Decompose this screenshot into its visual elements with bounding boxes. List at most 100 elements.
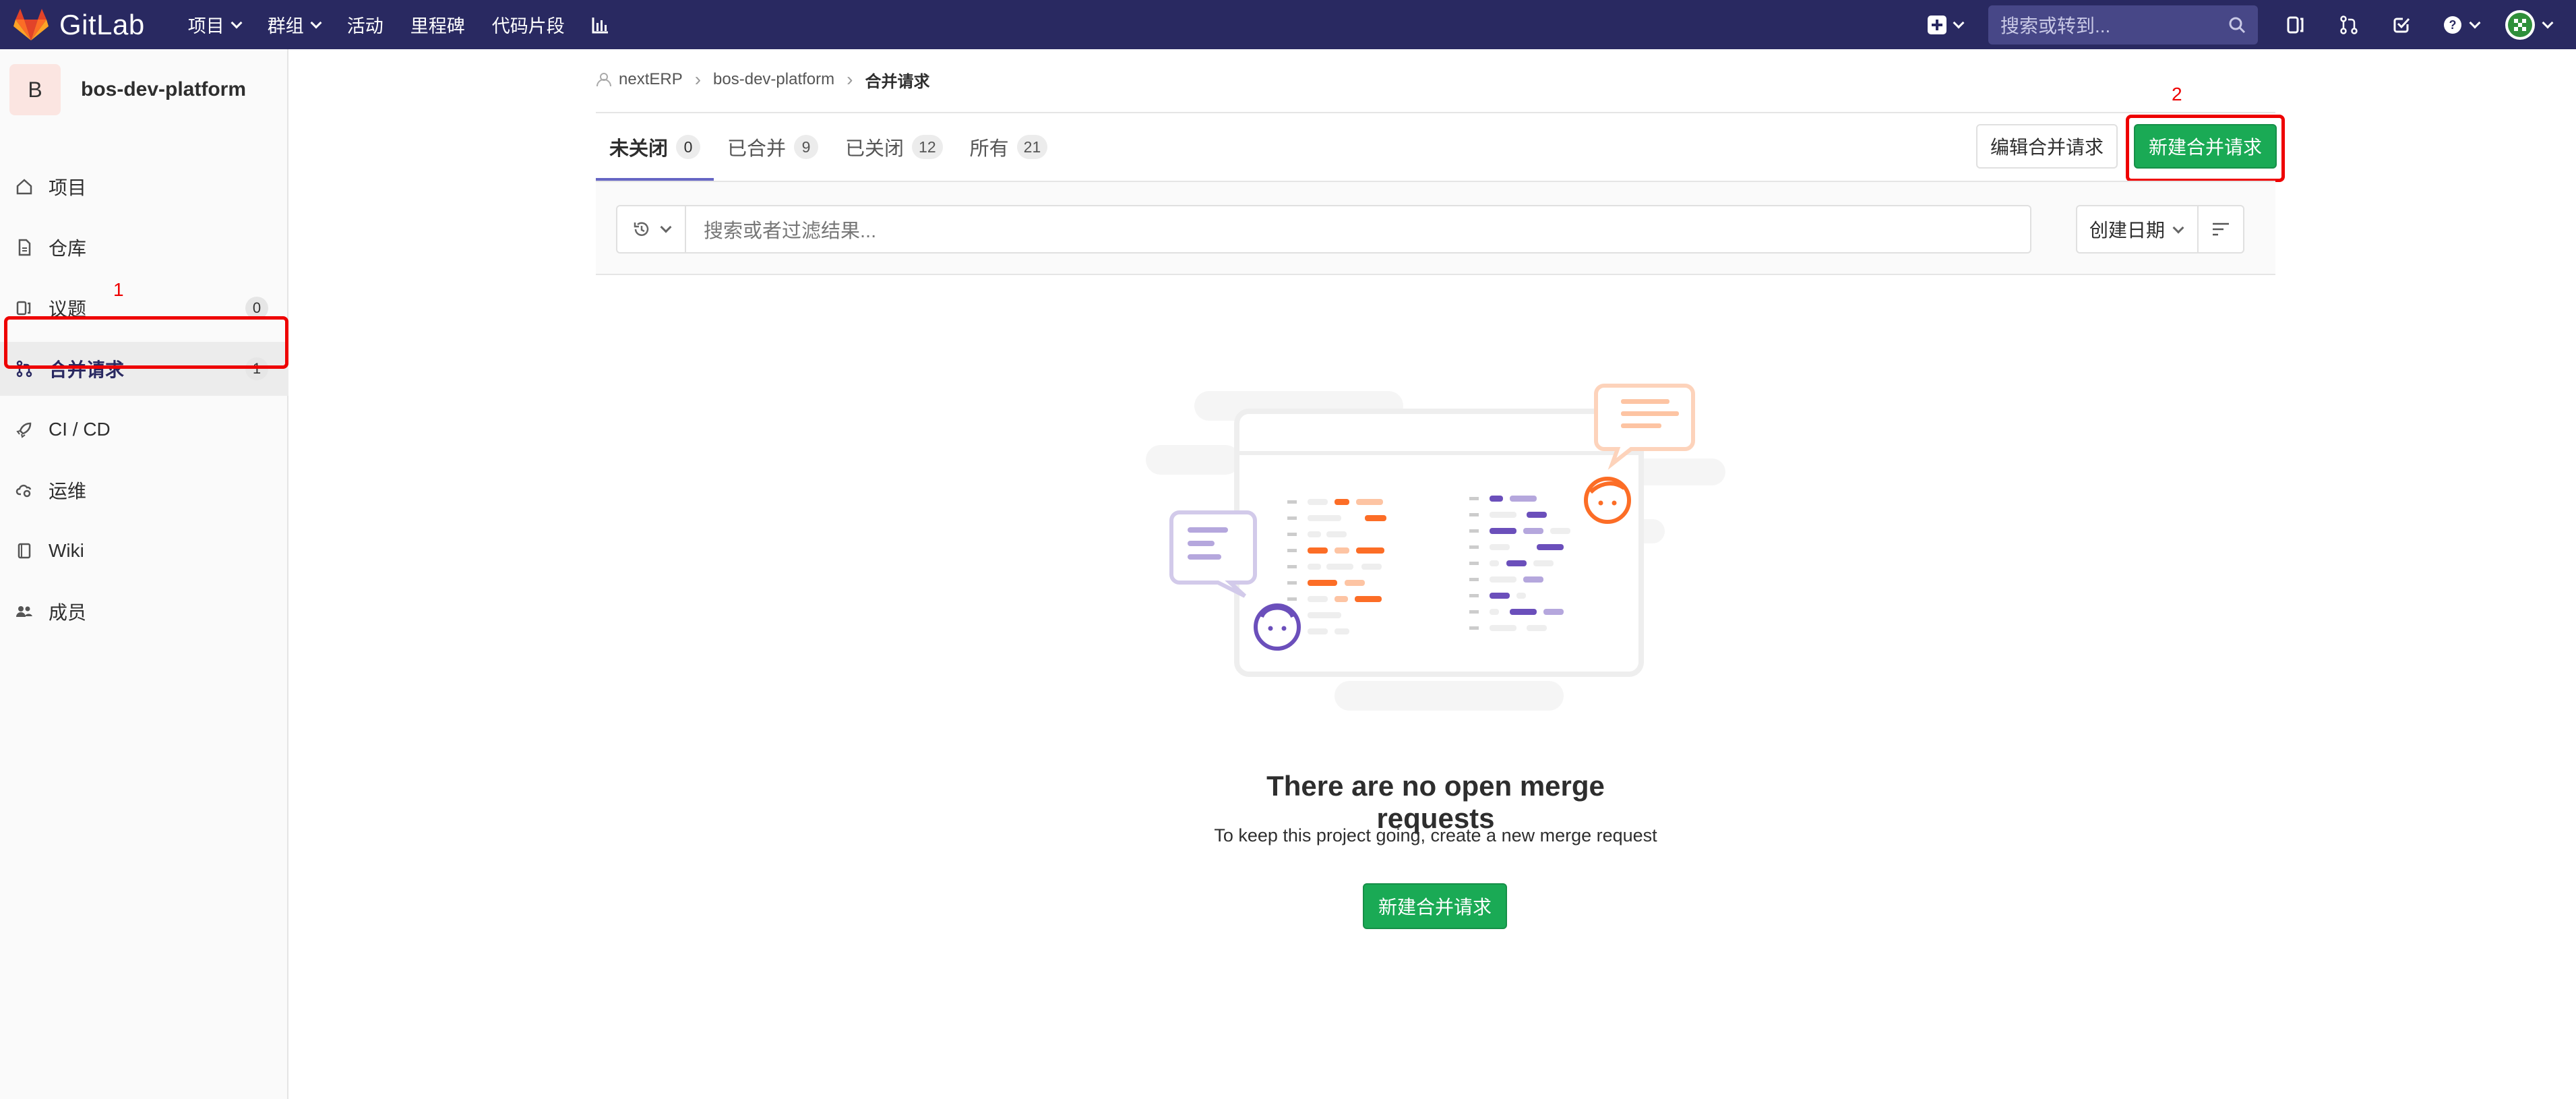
chevron-down-icon — [660, 221, 672, 233]
todos-nav-button[interactable] — [2390, 13, 2413, 36]
top-menu: 项目 群组 活动 里程碑 代码片段 — [188, 11, 636, 38]
sort-direction-button[interactable] — [2197, 205, 2244, 254]
navbar-right: 搜索或转到... ? — [1928, 0, 2576, 49]
sidebar-item-project[interactable]: 项目 — [0, 160, 288, 214]
top-navbar: GitLab 项目 群组 活动 里程碑 代码片段 搜索或转到... ? — [0, 0, 2576, 49]
help-dropdown[interactable]: ? — [2443, 15, 2481, 35]
breadcrumb-project[interactable]: bos-dev-platform — [713, 70, 834, 89]
menu-snippets-label: 代码片段 — [491, 16, 565, 36]
tab-opened[interactable]: 未关闭 0 — [596, 113, 714, 181]
state-tabs: 未关闭 0 已合并 9 已关闭 12 所有 21 — [596, 113, 1061, 181]
issues-icon — [15, 299, 34, 318]
sidebar-item-label: 项目 — [49, 177, 87, 198]
sidebar-item-repository[interactable]: 仓库 — [0, 220, 288, 274]
empty-state-new-merge-request-button[interactable]: 新建合并请求 — [1363, 883, 1507, 929]
tab-count-badge: 21 — [1016, 135, 1048, 159]
plus-square-icon — [1928, 15, 1946, 34]
new-merge-request-button[interactable]: 新建合并请求 — [2134, 124, 2277, 169]
tanuki-icon — [13, 8, 49, 40]
breadcrumb: nextERP › bos-dev-platform › 合并请求 — [596, 68, 929, 91]
highlight-box-merge-requests — [4, 316, 288, 369]
breadcrumb-separator-icon: › — [694, 69, 702, 90]
tab-label: 所有 — [969, 138, 1009, 160]
recent-searches-dropdown[interactable] — [617, 206, 686, 252]
sort-lines-icon — [2213, 222, 2229, 236]
sidebar-item-wiki[interactable]: Wiki — [0, 524, 288, 578]
edit-merge-requests-button[interactable]: 编辑合并请求 — [1976, 124, 2118, 169]
filter-bar: 搜索或者过滤结果... 创建日期 — [596, 182, 2275, 275]
merge-request-icon — [2340, 15, 2358, 34]
sidebar-project-header[interactable]: B bos-dev-platform — [0, 49, 287, 130]
search-input[interactable]: 搜索或转到... — [1988, 5, 2258, 44]
svg-text:?: ? — [2449, 18, 2457, 32]
history-icon — [634, 222, 649, 236]
project-sidebar: B bos-dev-platform 项目 仓库 议题 0 合并请求 1 CI … — [0, 49, 288, 1099]
menu-milestones[interactable]: 里程碑 — [410, 11, 465, 38]
menu-analytics[interactable] — [592, 16, 609, 34]
bar-chart-icon — [592, 17, 608, 33]
user-menu[interactable] — [2505, 9, 2554, 40]
annotation-marker-1: 1 — [113, 279, 124, 300]
chevron-down-icon — [2172, 222, 2184, 234]
chevron-down-icon — [2469, 17, 2481, 28]
gitlab-logo[interactable]: GitLab — [13, 8, 145, 41]
tab-merged[interactable]: 已合并 9 — [714, 113, 832, 181]
menu-activity[interactable]: 活动 — [347, 11, 384, 38]
question-icon: ? — [2444, 16, 2461, 34]
annotation-marker-2: 2 — [2172, 84, 2182, 105]
sort-dropdown[interactable]: 创建日期 — [2076, 205, 2199, 254]
new-dropdown[interactable] — [1928, 15, 1965, 34]
sidebar-item-members[interactable]: 成员 — [0, 585, 288, 638]
cloud-gear-icon — [15, 481, 34, 500]
project-name: bos-dev-platform — [81, 78, 247, 100]
menu-groups[interactable]: 群组 — [268, 11, 322, 38]
issues-icon — [2287, 16, 2304, 33]
sort-label: 创建日期 — [2089, 220, 2166, 241]
search-placeholder: 搜索或转到... — [2000, 15, 2111, 36]
tab-label: 已合并 — [727, 138, 787, 160]
book-icon — [15, 541, 34, 560]
tab-label: 已关闭 — [845, 138, 904, 160]
search-icon — [2229, 17, 2246, 33]
merge-requests-nav-button[interactable] — [2337, 13, 2360, 36]
tab-count-badge: 12 — [912, 135, 943, 159]
group-avatar-icon — [596, 73, 611, 87]
home-icon — [15, 177, 34, 196]
menu-projects-label: 项目 — [187, 16, 224, 36]
empty-state-illustration — [1146, 384, 1725, 711]
sidebar-item-label: 仓库 — [49, 238, 87, 259]
tab-all[interactable]: 所有 21 — [956, 113, 1062, 181]
sidebar-item-label: 运维 — [49, 481, 87, 502]
filter-placeholder: 搜索或者过滤结果... — [704, 220, 877, 242]
chevron-down-icon — [231, 17, 243, 28]
brand-name: GitLab — [59, 8, 145, 40]
menu-snippets[interactable]: 代码片段 — [492, 11, 565, 38]
tab-count-badge: 0 — [676, 135, 701, 159]
tab-closed[interactable]: 已关闭 12 — [832, 113, 956, 181]
sidebar-item-operations[interactable]: 运维 — [0, 463, 288, 517]
chevron-down-icon — [1953, 17, 1965, 28]
sidebar-item-label: 成员 — [49, 602, 87, 623]
tab-label: 未关闭 — [609, 138, 669, 160]
user-avatar-icon — [2505, 9, 2535, 40]
menu-milestones-label: 里程碑 — [410, 16, 465, 36]
doc-icon — [15, 238, 34, 257]
menu-activity-label: 活动 — [346, 16, 384, 36]
filtered-search-input[interactable]: 搜索或者过滤结果... — [616, 205, 2031, 254]
sidebar-item-ci-cd[interactable]: CI / CD — [0, 403, 288, 456]
users-icon — [15, 602, 34, 621]
issues-nav-button[interactable] — [2285, 13, 2308, 36]
sidebar-item-label: Wiki — [49, 540, 84, 561]
chevron-down-icon — [2542, 17, 2554, 28]
empty-state-description: To keep this project going, create a new… — [1214, 825, 1657, 845]
project-avatar: B — [9, 64, 61, 115]
breadcrumb-current[interactable]: 合并请求 — [865, 68, 929, 92]
breadcrumb-separator-icon: › — [847, 69, 853, 90]
breadcrumb-group[interactable]: nextERP — [619, 70, 683, 89]
sidebar-item-label: CI / CD — [49, 419, 111, 440]
menu-projects[interactable]: 项目 — [187, 11, 243, 38]
tab-count-badge: 9 — [794, 135, 819, 159]
rocket-icon — [15, 420, 34, 439]
chevron-down-icon — [310, 17, 322, 28]
todo-check-icon — [2393, 18, 2410, 32]
